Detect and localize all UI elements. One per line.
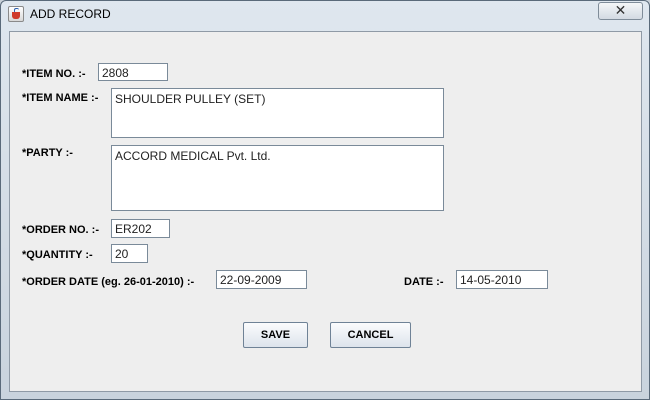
order-no-input[interactable]: ER202 <box>111 219 170 238</box>
item-no-input[interactable]: 2808 <box>98 63 168 81</box>
quantity-label: *QUANTITY :- <box>22 249 93 261</box>
order-date-label: *ORDER DATE (eg. 26-01-2010) :- <box>22 276 195 288</box>
save-button[interactable]: SAVE <box>243 322 308 348</box>
close-icon: ✕ <box>614 3 627 19</box>
quantity-input[interactable]: 20 <box>111 244 148 263</box>
item-name-input[interactable]: SHOULDER PULLEY (SET) <box>111 88 444 138</box>
party-input[interactable]: ACCORD MEDICAL Pvt. Ltd. <box>111 145 444 211</box>
title-bar[interactable]: ADD RECORD ✕ <box>1 1 649 27</box>
order-date-input[interactable]: 22-09-2009 <box>216 270 307 289</box>
date-label: DATE :- <box>404 276 444 288</box>
date-input[interactable]: 14-05-2010 <box>456 270 548 289</box>
java-cup-icon <box>8 6 24 22</box>
add-record-window: ADD RECORD ✕ *ITEM NO. :- 2808 *ITEM NAM… <box>0 0 650 400</box>
form-panel: *ITEM NO. :- 2808 *ITEM NAME :- SHOULDER… <box>9 31 642 392</box>
item-no-label: *ITEM NO. :- <box>22 68 86 80</box>
order-no-label: *ORDER NO. :- <box>22 224 99 236</box>
item-name-label: *ITEM NAME :- <box>22 92 99 104</box>
close-button[interactable]: ✕ <box>598 2 643 20</box>
party-label: *PARTY :- <box>22 147 73 159</box>
window-title: ADD RECORD <box>30 7 111 21</box>
cancel-button[interactable]: CANCEL <box>330 322 411 348</box>
